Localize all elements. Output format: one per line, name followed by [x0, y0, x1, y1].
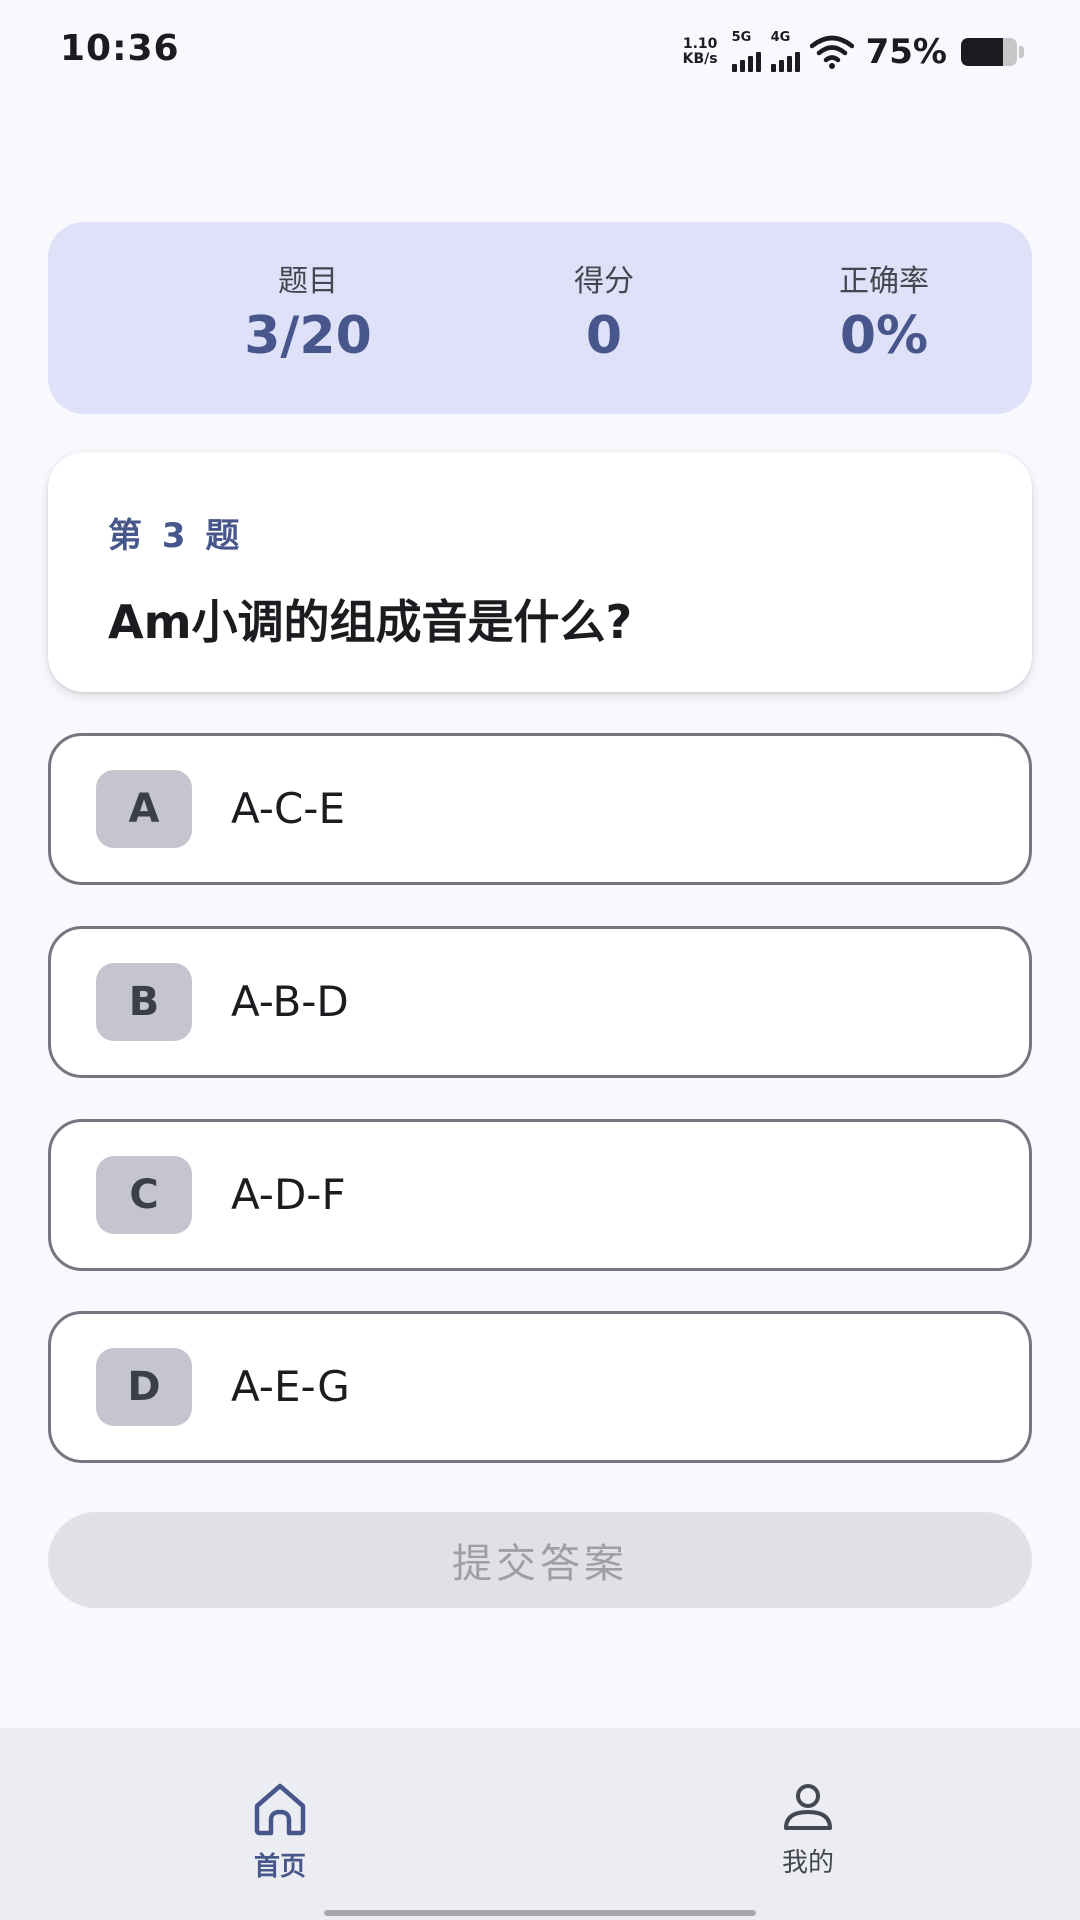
- battery-tip: [1019, 46, 1024, 58]
- network-speed-unit: KB/s: [682, 51, 718, 67]
- person-icon: [784, 1784, 832, 1830]
- option-c[interactable]: C A-D-F: [48, 1119, 1032, 1271]
- question-card: 第 3 题 Am小调的组成音是什么?: [48, 452, 1032, 692]
- battery-level: [961, 38, 1003, 66]
- nav-label-home: 首页: [253, 1852, 306, 1882]
- stat-score-value: 0: [585, 306, 623, 366]
- signal-5g-label: 5G: [731, 30, 752, 45]
- stat-question-label: 题目: [278, 264, 338, 299]
- network-speed: 1.10 KB/s: [683, 37, 718, 67]
- option-b[interactable]: B A-B-D: [48, 926, 1032, 1078]
- stat-accuracy: 正确率 0%: [764, 264, 1004, 368]
- status-bar: 10:36 1.10 KB/s 5G 4G 75%: [0, 0, 1080, 100]
- option-letter-badge: C: [96, 1156, 192, 1234]
- battery-icon: [961, 38, 1017, 66]
- option-text: A-D-F: [231, 1170, 346, 1219]
- stat-question-progress: 题目 3/20: [188, 264, 428, 368]
- nav-item-profile[interactable]: 我的: [708, 1782, 908, 1879]
- option-letter-badge: A: [96, 770, 192, 848]
- bottom-navigation: 首页 我的: [0, 1728, 1080, 1920]
- option-a[interactable]: A A-C-E: [48, 733, 1032, 885]
- battery-percent: 75%: [865, 32, 947, 72]
- option-text: A-B-D: [231, 977, 349, 1026]
- gesture-home-indicator: [324, 1910, 756, 1916]
- stat-score-label: 得分: [574, 264, 634, 299]
- status-time: 10:36: [60, 28, 180, 69]
- network-speed-value: 1.10: [682, 36, 718, 52]
- signal-5g-icon: 5G: [731, 30, 761, 72]
- question-number: 第 3 题: [108, 516, 244, 556]
- nav-label-profile: 我的: [781, 1848, 834, 1878]
- quiz-stats-card: 题目 3/20 得分 0 正确率 0%: [48, 222, 1032, 414]
- question-text: Am小调的组成音是什么?: [108, 595, 633, 649]
- stat-question-value: 3/20: [244, 306, 372, 366]
- stat-score: 得分 0: [484, 264, 724, 368]
- option-letter-badge: B: [96, 963, 192, 1041]
- stat-accuracy-value: 0%: [839, 306, 929, 366]
- stat-accuracy-label: 正确率: [839, 264, 929, 299]
- signal-4g-icon: 4G: [770, 30, 800, 72]
- nav-item-home[interactable]: 首页: [180, 1782, 380, 1883]
- status-icons: 1.10 KB/s 5G 4G 75%: [683, 30, 1024, 74]
- submit-answer-button[interactable]: 提交答案: [48, 1512, 1032, 1608]
- signal-4g-label: 4G: [770, 30, 791, 45]
- option-text: A-C-E: [231, 784, 345, 833]
- home-icon: [254, 1783, 306, 1836]
- wifi-icon: [809, 35, 854, 69]
- option-d[interactable]: D A-E-G: [48, 1311, 1032, 1463]
- option-text: A-E-G: [231, 1362, 350, 1411]
- option-letter-badge: D: [96, 1348, 192, 1426]
